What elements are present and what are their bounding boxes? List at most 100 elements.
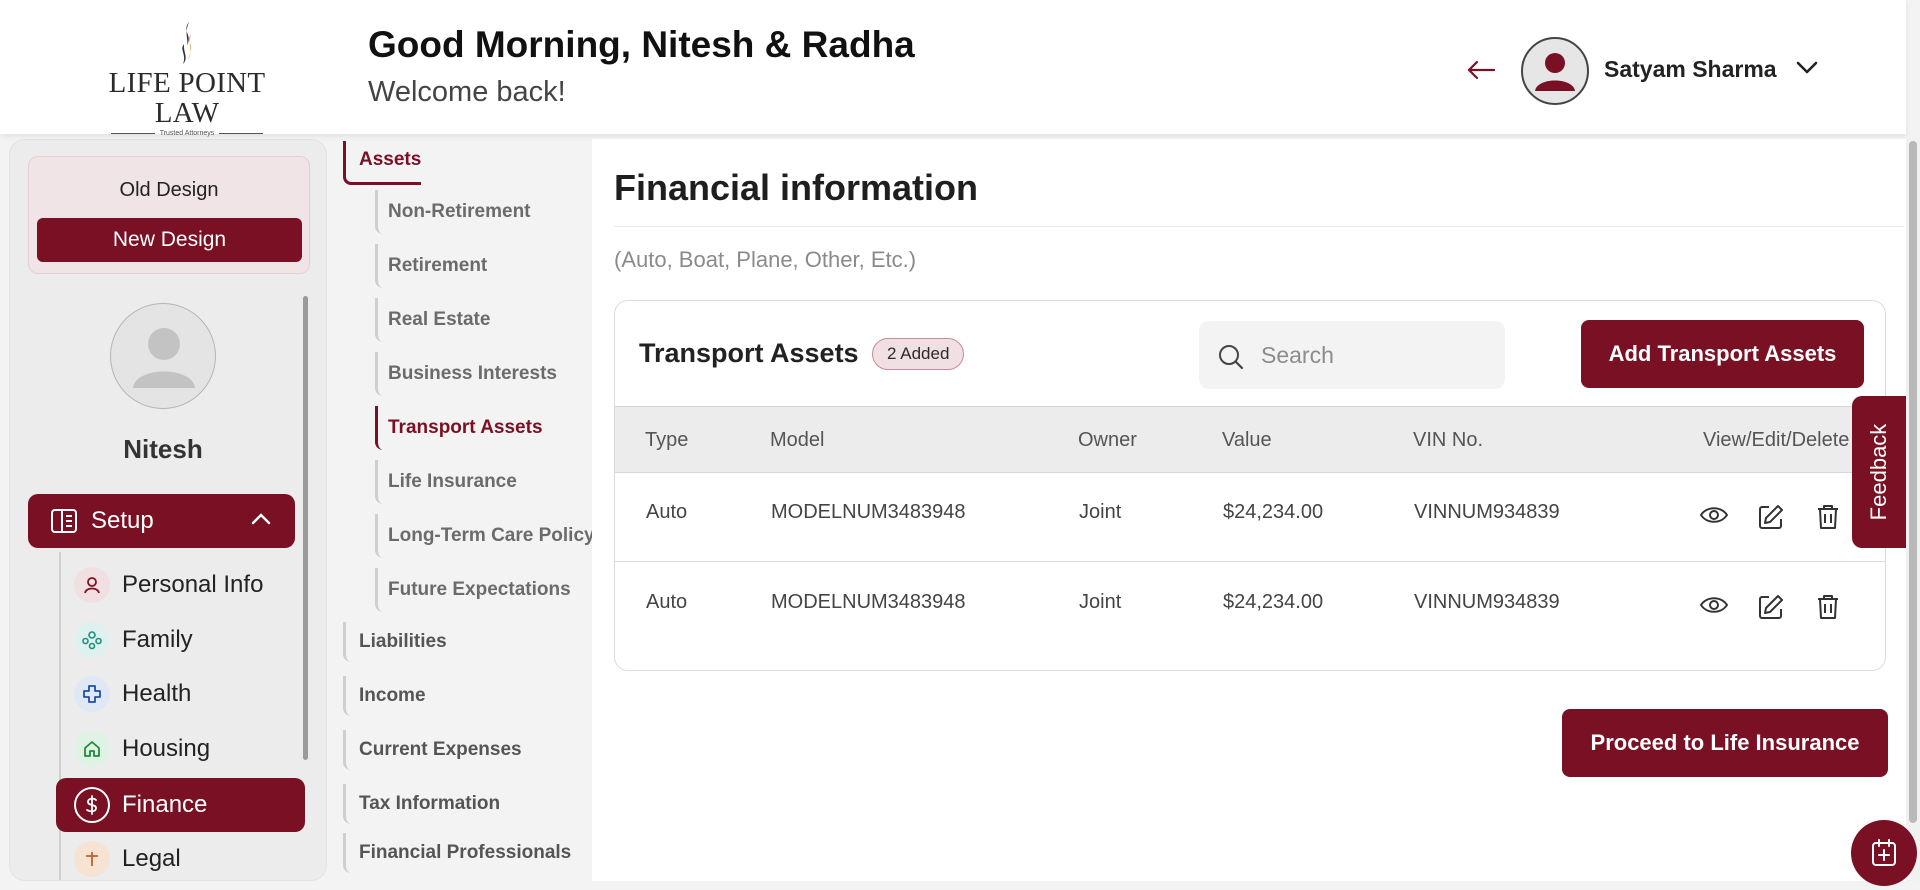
greeting-block: Good Morning, Nitesh & Radha Welcome bac… xyxy=(368,24,915,109)
sidebar-item-label: Finance xyxy=(122,791,208,818)
sidebar-item-finance[interactable]: Finance xyxy=(74,785,207,825)
sidebar-item-label: Legal xyxy=(122,845,181,872)
table-row: Auto MODELNUM3483948 Joint $24,234.00 VI… xyxy=(615,473,1885,562)
calendar-plus-icon xyxy=(1872,839,1896,866)
edit-icon[interactable] xyxy=(1757,503,1785,536)
user-name[interactable]: Satyam Sharma xyxy=(1604,56,1777,83)
app-header: LIFE POINT LAW Trusted Attorneys Good Mo… xyxy=(0,0,1906,137)
cell-value: $24,234.00 xyxy=(1223,591,1324,613)
subnav-non-retirement[interactable]: Non-Retirement xyxy=(375,190,531,234)
person-icon xyxy=(74,567,110,603)
page-title: Financial information xyxy=(614,167,979,208)
column-header: View/Edit/Delete xyxy=(1703,429,1850,451)
subnav-financial-professionals[interactable]: Financial Professionals xyxy=(343,833,571,873)
subnav-transport-assets[interactable]: Transport Assets xyxy=(375,406,543,450)
flame-logo-icon xyxy=(182,22,192,64)
cell-owner: Joint xyxy=(1079,501,1122,523)
column-header: VIN No. xyxy=(1413,429,1484,451)
proceed-life-insurance-button[interactable]: Proceed to Life Insurance xyxy=(1562,709,1888,777)
sidebar-item-personal-info[interactable]: Personal Info xyxy=(74,565,263,605)
old-design-button[interactable]: Old Design xyxy=(29,179,309,202)
column-header: Owner xyxy=(1078,429,1137,451)
add-note-fab[interactable] xyxy=(1851,820,1917,886)
cell-model: MODELNUM3483948 xyxy=(771,591,966,613)
home-icon xyxy=(74,731,110,767)
setup-label: Setup xyxy=(91,507,154,534)
cell-type: Auto xyxy=(646,591,688,613)
sidebar-item-health[interactable]: Health xyxy=(74,674,191,714)
sidebar-item-family[interactable]: Family xyxy=(74,620,193,660)
submenu-line xyxy=(59,552,61,880)
user-avatar[interactable] xyxy=(1521,37,1589,105)
dollar-icon xyxy=(74,787,110,823)
setup-menu-toggle[interactable]: Setup xyxy=(28,494,295,548)
cell-value: $24,234.00 xyxy=(1223,501,1324,523)
book-icon xyxy=(50,508,78,539)
cell-owner: Joint xyxy=(1079,591,1122,613)
column-header: Type xyxy=(645,429,689,451)
cell-type: Auto xyxy=(646,501,688,523)
logo-text: LIFE POINT LAW xyxy=(108,67,266,129)
main-content: Financial information (Auto, Boat, Plane… xyxy=(592,139,1906,881)
profile-avatar[interactable] xyxy=(110,303,216,409)
logo[interactable]: LIFE POINT LAW Trusted Attorneys xyxy=(86,20,288,137)
add-transport-assets-button[interactable]: Add Transport Assets xyxy=(1581,320,1864,388)
subnav-current-expenses[interactable]: Current Expenses xyxy=(343,730,522,770)
chevron-down-icon[interactable] xyxy=(1795,60,1819,81)
health-cross-icon xyxy=(74,676,110,712)
sidebar-item-label: Family xyxy=(122,626,193,653)
sidebar-item-label: Personal Info xyxy=(122,571,264,598)
subnav-future-expectations[interactable]: Future Expectations xyxy=(375,568,571,612)
cell-vin: VINNUM934839 xyxy=(1414,501,1560,523)
transport-assets-card: Transport Assets 2 Added Add Transport A… xyxy=(614,300,1886,671)
search-icon xyxy=(1217,343,1245,376)
count-badge: 2 Added xyxy=(872,338,965,370)
logo-tagline: Trusted Attorneys xyxy=(86,130,288,137)
back-arrow-icon[interactable] xyxy=(1466,58,1496,87)
column-header: Value xyxy=(1222,429,1272,451)
scrollbar-thumb[interactable] xyxy=(1909,141,1917,823)
page-subtitle: (Auto, Boat, Plane, Other, Etc.) xyxy=(614,247,917,272)
subnav-retirement[interactable]: Retirement xyxy=(375,244,487,288)
subnav-long-term-care[interactable]: Long-Term Care Policy xyxy=(375,514,595,558)
sidebar-item-legal[interactable]: Legal xyxy=(74,839,181,879)
cell-model: MODELNUM3483948 xyxy=(771,501,966,523)
sidebar-scrollbar[interactable] xyxy=(303,296,308,760)
view-eye-icon[interactable] xyxy=(1699,503,1729,532)
card-title: Transport Assets xyxy=(639,338,859,368)
page-scrollbar[interactable] xyxy=(1906,139,1920,881)
legal-icon xyxy=(74,841,110,877)
subnav-life-insurance[interactable]: Life Insurance xyxy=(375,460,517,504)
subnav-business-interests[interactable]: Business Interests xyxy=(375,352,557,396)
cell-vin: VINNUM934839 xyxy=(1414,591,1560,613)
subnav-liabilities[interactable]: Liabilities xyxy=(343,622,447,662)
sidebar-item-label: Housing xyxy=(122,735,211,762)
greeting-title: Good Morning, Nitesh & Radha xyxy=(368,24,915,65)
greeting-subtitle: Welcome back! xyxy=(368,76,566,108)
subnav-income[interactable]: Income xyxy=(343,676,426,716)
subnav-real-estate[interactable]: Real Estate xyxy=(375,298,490,342)
new-design-button[interactable]: New Design xyxy=(37,218,302,262)
subnav-tax-information[interactable]: Tax Information xyxy=(343,784,500,824)
search-box[interactable] xyxy=(1199,321,1505,389)
design-toggle: Old Design New Design xyxy=(28,156,310,274)
view-eye-icon[interactable] xyxy=(1699,593,1729,622)
delete-trash-icon[interactable] xyxy=(1815,593,1841,626)
feedback-tab[interactable]: Feedback xyxy=(1852,396,1906,548)
family-icon xyxy=(74,622,110,658)
sidebar: Old Design New Design Nitesh Setup Perso… xyxy=(9,139,327,881)
sidebar-item-label: Health xyxy=(122,680,192,707)
feedback-label: Feedback xyxy=(1866,423,1891,521)
column-header: Model xyxy=(770,429,825,451)
search-input[interactable] xyxy=(1261,335,1491,375)
chevron-up-icon xyxy=(251,512,271,531)
subnav-assets[interactable]: Assets xyxy=(343,141,422,185)
table-header: Type Model Owner Value VIN No. View/Edit… xyxy=(615,406,1885,473)
profile-name: Nitesh xyxy=(123,434,203,464)
table-row: Auto MODELNUM3483948 Joint $24,234.00 VI… xyxy=(615,563,1885,652)
title-divider xyxy=(614,226,1904,227)
sidebar-item-housing[interactable]: Housing xyxy=(74,729,210,769)
finance-subnav: Assets Non-Retirement Retirement Real Es… xyxy=(333,139,595,881)
delete-trash-icon[interactable] xyxy=(1815,503,1841,536)
edit-icon[interactable] xyxy=(1757,593,1785,626)
